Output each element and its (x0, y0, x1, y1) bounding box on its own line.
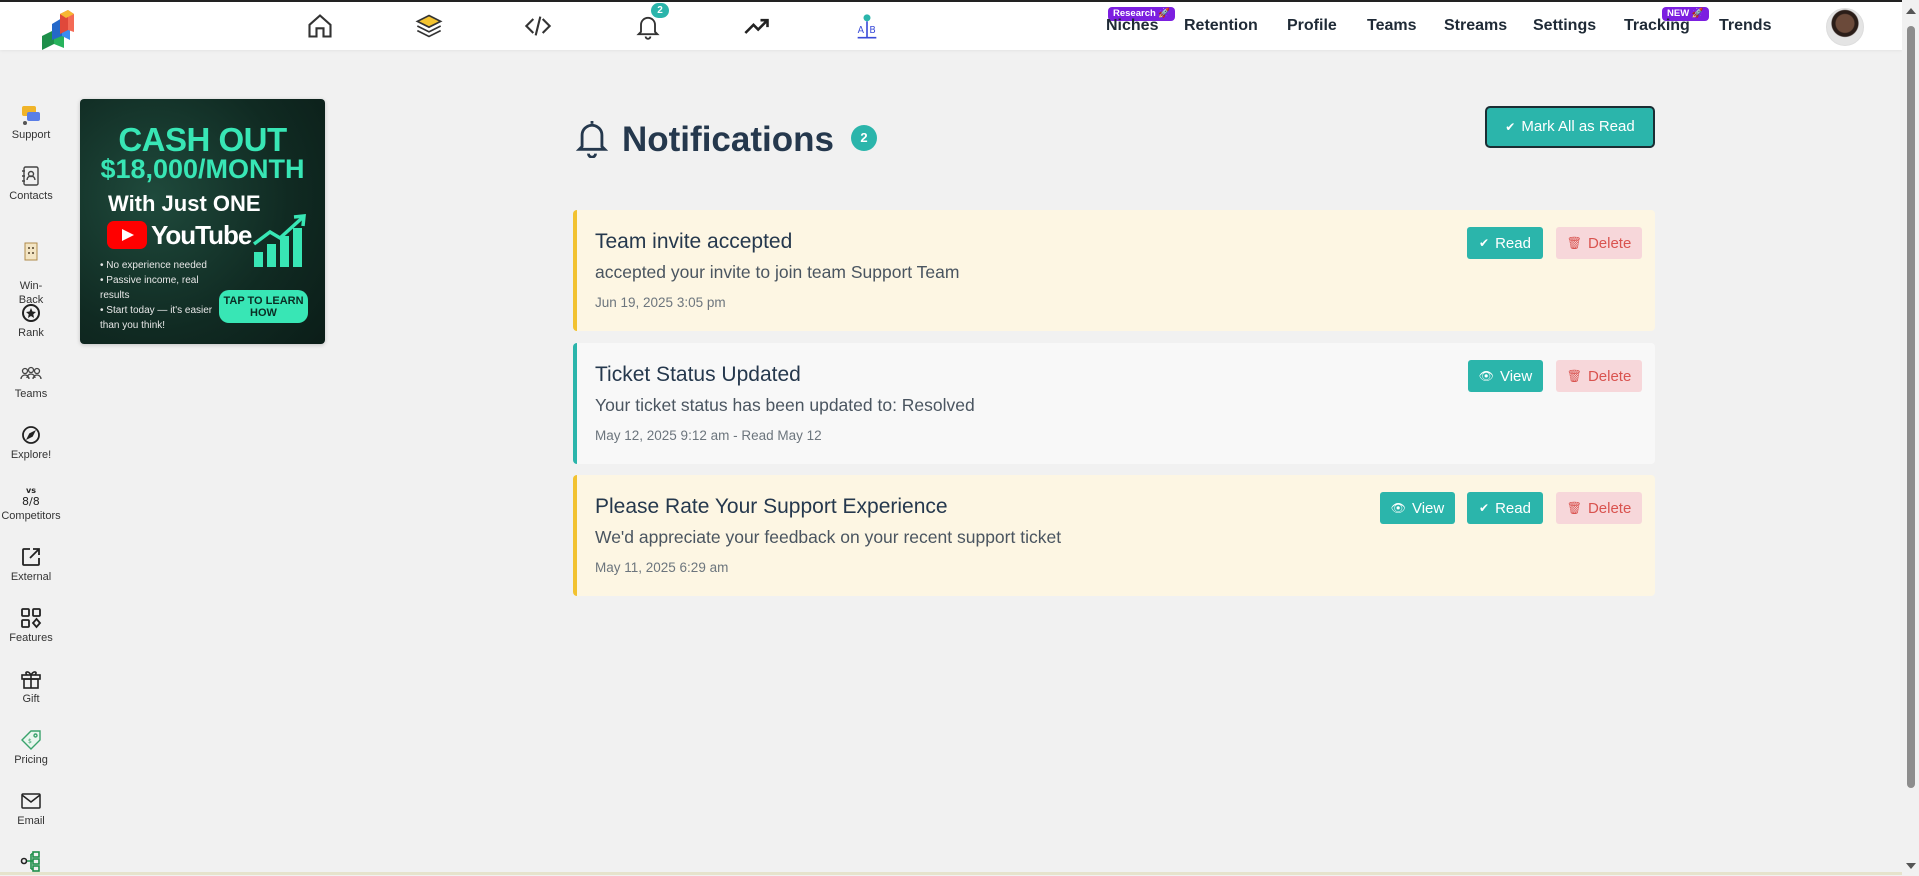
rank-star-icon (19, 301, 43, 325)
sidebar-item-features[interactable]: Features (0, 606, 62, 644)
delete-button[interactable]: 🗑 Delete (1556, 360, 1642, 392)
sidebar-item-support[interactable]: Support (0, 103, 62, 141)
envelope-icon (19, 789, 43, 813)
notification-card: Please Rate Your Support Experience We'd… (573, 475, 1655, 596)
growth-chart-icon (252, 214, 306, 267)
trending-up-icon[interactable] (742, 11, 772, 41)
youtube-logo-icon (107, 221, 147, 249)
check-icon: ✔ (1479, 236, 1490, 250)
nav-niches[interactable]: Niches (1106, 17, 1158, 35)
check-icon: ✔ (1479, 501, 1490, 515)
notification-card: Ticket Status Updated Your ticket status… (573, 343, 1655, 464)
notification-body: accepted your invite to join team Suppor… (595, 262, 960, 282)
mark-read-button[interactable]: ✔ Read (1467, 492, 1543, 524)
svg-text:$: $ (28, 738, 32, 745)
sidebar-item-teams[interactable]: Teams (0, 362, 62, 400)
svg-text:B: B (869, 25, 875, 36)
price-tag-icon: $ (19, 728, 43, 752)
teams-icon (19, 362, 43, 386)
nav-streams[interactable]: Streams (1444, 17, 1507, 35)
page-title: Notifications (622, 120, 834, 159)
top-navbar: 2 AB Research 🚀 Niches Retention Profile… (0, 0, 1902, 50)
sidebar-item-pricing[interactable]: $ Pricing (0, 728, 62, 766)
sidebar-item-email[interactable]: Email (0, 789, 62, 827)
svg-text:A: A (858, 25, 865, 36)
nav-teams[interactable]: Teams (1367, 17, 1417, 35)
support-chat-icon (19, 103, 43, 127)
delete-button[interactable]: 🗑 Delete (1556, 492, 1642, 524)
hierarchy-icon (19, 849, 43, 873)
sidebar-item-external[interactable]: External (0, 545, 62, 583)
bell-icon (575, 121, 609, 158)
win-back-icon (19, 239, 43, 263)
sidebar-item-win-back[interactable]: Win- Back (0, 225, 62, 307)
nav-settings[interactable]: Settings (1533, 17, 1596, 35)
user-avatar[interactable] (1826, 8, 1864, 46)
notification-card: Team invite accepted accepted your invit… (573, 210, 1655, 331)
trash-icon: 🗑 (1566, 501, 1582, 515)
notification-time: May 11, 2025 6:29 am (595, 560, 729, 575)
mark-read-button[interactable]: ✔ Read (1467, 227, 1543, 259)
notification-body: Your ticket status has been updated to: … (595, 395, 975, 415)
page-scrollbar[interactable] (1902, 0, 1919, 875)
ad-cta-button[interactable]: TAP TO LEARN HOW (219, 290, 308, 323)
nav-profile[interactable]: Profile (1287, 17, 1337, 35)
nav-tracking[interactable]: Tracking (1624, 17, 1690, 35)
delete-button[interactable]: 🗑 Delete (1556, 227, 1642, 259)
notification-title: Please Rate Your Support Experience (595, 495, 948, 518)
notification-title: Team invite accepted (595, 230, 793, 253)
scroll-down-arrow[interactable] (1906, 863, 1916, 869)
ab-test-icon[interactable]: AB (852, 11, 882, 41)
double-check-icon: ✔ (1505, 120, 1516, 134)
ad-subline: With Just ONE (108, 191, 261, 216)
compass-icon (19, 423, 43, 447)
gift-icon (19, 667, 43, 691)
layers-icon[interactable] (414, 11, 444, 41)
svg-text:8/8: 8/8 (22, 495, 40, 508)
view-button[interactable]: 👁 View (1380, 492, 1455, 524)
versus-icon: vs 8/8 (19, 484, 43, 508)
scroll-up-arrow[interactable] (1906, 8, 1916, 14)
notification-body: We'd appreciate your feedback on your re… (595, 527, 1062, 547)
ad-bullets: No experience needed Passive income, rea… (100, 258, 220, 333)
grid-icon (19, 606, 43, 630)
mark-all-read-button[interactable]: ✔ Mark All as Read (1485, 106, 1655, 148)
sidebar-item-competitors[interactable]: vs 8/8 Competitors (0, 484, 62, 522)
sidebar-item-rank[interactable]: Rank (0, 301, 62, 339)
sidebar-item-gift[interactable]: Gift (0, 667, 62, 705)
nav-retention[interactable]: Retention (1184, 17, 1258, 35)
ad-amount: $18,000/MONTH (100, 154, 305, 184)
ad-youtube-word: YouTube (151, 220, 252, 250)
sidebar-item-contacts[interactable]: Contacts (0, 164, 62, 202)
trash-icon: 🗑 (1566, 369, 1582, 383)
home-icon[interactable] (305, 11, 335, 41)
code-icon[interactable] (523, 11, 553, 41)
notification-count-badge: 2 (651, 3, 669, 18)
eye-icon: 👁 (1478, 369, 1494, 383)
view-button[interactable]: 👁 View (1468, 360, 1543, 392)
external-link-icon (19, 545, 43, 569)
notification-time: Jun 19, 2025 3:05 pm (595, 295, 726, 310)
nav-trends[interactable]: Trends (1719, 17, 1771, 35)
eye-icon: 👁 (1390, 501, 1406, 515)
notification-time: May 12, 2025 9:12 am - Read May 12 (595, 428, 822, 443)
unread-count-badge: 2 (851, 125, 877, 151)
notification-title: Ticket Status Updated (595, 363, 801, 386)
trash-icon: 🗑 (1566, 236, 1582, 250)
scroll-thumb[interactable] (1907, 26, 1915, 788)
sidebar-item-explore[interactable]: Explore! (0, 423, 62, 461)
app-logo[interactable] (38, 6, 78, 50)
contacts-book-icon (19, 164, 43, 188)
ad-banner[interactable]: CASH OUT $18,000/MONTH With Just ONE You… (80, 99, 325, 344)
svg-text:vs: vs (26, 486, 36, 495)
